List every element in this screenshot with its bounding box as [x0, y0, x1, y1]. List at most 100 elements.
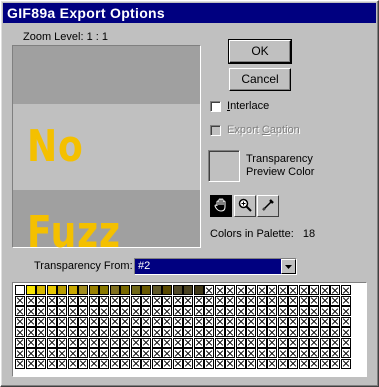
- palette-empty-cell[interactable]: [214, 295, 225, 306]
- palette-empty-cell[interactable]: [99, 358, 109, 369]
- palette-empty-cell[interactable]: [267, 285, 277, 295]
- palette-empty-cell[interactable]: [120, 348, 130, 358]
- palette-empty-cell[interactable]: [151, 358, 162, 369]
- palette-empty-cell[interactable]: [340, 358, 351, 369]
- palette-swatch[interactable]: [78, 285, 88, 295]
- palette-empty-cell[interactable]: [88, 348, 99, 358]
- palette-empty-cell[interactable]: [193, 295, 204, 306]
- palette-empty-cell[interactable]: [225, 316, 235, 327]
- export-caption-checkbox[interactable]: [210, 125, 221, 136]
- palette-empty-cell[interactable]: [330, 306, 340, 316]
- palette-swatch[interactable]: [57, 285, 67, 295]
- palette-empty-cell[interactable]: [120, 316, 130, 327]
- palette-empty-cell[interactable]: [319, 337, 330, 348]
- palette-empty-cell[interactable]: [183, 358, 193, 369]
- palette-empty-cell[interactable]: [67, 337, 78, 348]
- palette-empty-cell[interactable]: [193, 358, 204, 369]
- palette-empty-cell[interactable]: [15, 337, 25, 348]
- palette-empty-cell[interactable]: [204, 316, 214, 327]
- palette-empty-cell[interactable]: [330, 358, 340, 369]
- palette-empty-cell[interactable]: [172, 295, 183, 306]
- palette-empty-cell[interactable]: [256, 358, 267, 369]
- palette-empty-cell[interactable]: [183, 327, 193, 337]
- palette-empty-cell[interactable]: [267, 316, 277, 327]
- palette-empty-cell[interactable]: [151, 337, 162, 348]
- interlace-checkbox[interactable]: [210, 101, 221, 112]
- palette-empty-cell[interactable]: [330, 337, 340, 348]
- palette-empty-cell[interactable]: [109, 306, 120, 316]
- palette-empty-cell[interactable]: [288, 306, 298, 316]
- palette-empty-cell[interactable]: [78, 358, 88, 369]
- palette-empty-cell[interactable]: [141, 358, 151, 369]
- palette-swatch[interactable]: [193, 285, 204, 295]
- palette-empty-cell[interactable]: [88, 316, 99, 327]
- palette-empty-cell[interactable]: [172, 358, 183, 369]
- palette-empty-cell[interactable]: [204, 358, 214, 369]
- palette-empty-cell[interactable]: [193, 316, 204, 327]
- palette-empty-cell[interactable]: [277, 316, 288, 327]
- palette-swatch[interactable]: [88, 285, 99, 295]
- palette-empty-cell[interactable]: [309, 295, 319, 306]
- palette-swatch[interactable]: [36, 285, 46, 295]
- palette-empty-cell[interactable]: [130, 295, 141, 306]
- palette-empty-cell[interactable]: [319, 316, 330, 327]
- palette-empty-cell[interactable]: [193, 337, 204, 348]
- palette-empty-cell[interactable]: [162, 348, 172, 358]
- palette-empty-cell[interactable]: [109, 337, 120, 348]
- palette-empty-cell[interactable]: [235, 285, 246, 295]
- palette-empty-cell[interactable]: [57, 316, 67, 327]
- palette-empty-cell[interactable]: [172, 348, 183, 358]
- palette-empty-cell[interactable]: [25, 358, 36, 369]
- palette-empty-cell[interactable]: [225, 358, 235, 369]
- palette-empty-cell[interactable]: [288, 337, 298, 348]
- palette-empty-cell[interactable]: [25, 306, 36, 316]
- palette-empty-cell[interactable]: [141, 337, 151, 348]
- palette-empty-cell[interactable]: [46, 295, 57, 306]
- palette-empty-cell[interactable]: [36, 327, 46, 337]
- palette-empty-cell[interactable]: [319, 306, 330, 316]
- palette-empty-cell[interactable]: [78, 337, 88, 348]
- palette-swatch[interactable]: [172, 285, 183, 295]
- palette-empty-cell[interactable]: [235, 295, 246, 306]
- palette-empty-cell[interactable]: [78, 316, 88, 327]
- palette-empty-cell[interactable]: [130, 337, 141, 348]
- palette-empty-cell[interactable]: [141, 316, 151, 327]
- palette-empty-cell[interactable]: [319, 327, 330, 337]
- title-bar[interactable]: GIF89a Export Options: [3, 3, 376, 23]
- palette-empty-cell[interactable]: [120, 358, 130, 369]
- palette-swatch[interactable]: [130, 285, 141, 295]
- palette-empty-cell[interactable]: [88, 337, 99, 348]
- palette-empty-cell[interactable]: [288, 295, 298, 306]
- palette-empty-cell[interactable]: [46, 358, 57, 369]
- palette-empty-cell[interactable]: [120, 295, 130, 306]
- palette-empty-cell[interactable]: [298, 295, 309, 306]
- palette-empty-cell[interactable]: [15, 348, 25, 358]
- palette-empty-cell[interactable]: [246, 295, 256, 306]
- palette-empty-cell[interactable]: [151, 327, 162, 337]
- color-palette-grid[interactable]: [12, 282, 367, 377]
- palette-empty-cell[interactable]: [162, 327, 172, 337]
- palette-empty-cell[interactable]: [15, 316, 25, 327]
- palette-empty-cell[interactable]: [246, 306, 256, 316]
- palette-empty-cell[interactable]: [183, 316, 193, 327]
- palette-empty-cell[interactable]: [267, 306, 277, 316]
- palette-empty-cell[interactable]: [130, 316, 141, 327]
- transparency-from-select[interactable]: #2: [134, 258, 297, 275]
- palette-empty-cell[interactable]: [246, 327, 256, 337]
- palette-empty-cell[interactable]: [15, 358, 25, 369]
- palette-swatch[interactable]: [120, 285, 130, 295]
- palette-empty-cell[interactable]: [120, 337, 130, 348]
- palette-empty-cell[interactable]: [309, 285, 319, 295]
- palette-empty-cell[interactable]: [256, 316, 267, 327]
- palette-swatch[interactable]: [67, 285, 78, 295]
- palette-empty-cell[interactable]: [225, 306, 235, 316]
- palette-empty-cell[interactable]: [267, 327, 277, 337]
- palette-empty-cell[interactable]: [193, 327, 204, 337]
- palette-empty-cell[interactable]: [141, 306, 151, 316]
- palette-empty-cell[interactable]: [99, 337, 109, 348]
- palette-empty-cell[interactable]: [330, 348, 340, 358]
- palette-empty-cell[interactable]: [309, 306, 319, 316]
- palette-swatch[interactable]: [141, 285, 151, 295]
- palette-empty-cell[interactable]: [25, 316, 36, 327]
- palette-empty-cell[interactable]: [225, 327, 235, 337]
